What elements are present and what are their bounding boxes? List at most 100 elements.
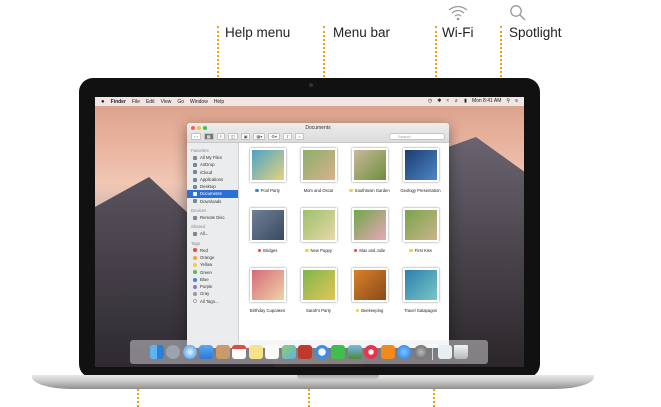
sidebar-item-desktop[interactable]: Desktop [187,183,238,190]
list-view-button[interactable]: ≡ [216,133,225,140]
column-view-button[interactable]: ◫ [227,133,238,140]
time-machine-icon[interactable]: ◷ [428,98,432,104]
file-item[interactable]: Beekeeping [344,265,395,325]
disc-icon [193,215,197,220]
file-tag-dot [305,248,309,253]
file-item[interactable]: Travel Galapagos [395,265,446,325]
trash-dock-icon[interactable] [454,345,469,359]
reminders-dock-icon[interactable] [265,345,280,359]
sidebar-tag-gray[interactable]: Gray [187,290,238,297]
finder-window: Documents ‹ › ▦ ≡ ◫ ▣ ▦▾ ⚙▾ ⇧ ○ Search F… [187,123,449,348]
camera [309,83,313,87]
launchpad-dock-icon[interactable] [166,345,181,359]
file-item[interactable]: New Puppy [293,205,344,265]
action-gear-button[interactable]: ⚙▾ [268,133,280,140]
notification-center-icon[interactable]: ≡ [515,98,518,104]
files-icon [193,155,197,160]
file-thumbnail [250,208,286,242]
menu-edit[interactable]: Edit [146,99,155,105]
file-item[interactable]: Mom and Oscar [293,145,344,205]
finder-titlebar[interactable]: Documents ‹ › ▦ ≡ ◫ ▣ ▦▾ ⚙▾ ⇧ ○ Search [187,123,449,143]
app-store-dock-icon[interactable] [397,345,412,359]
coverflow-view-button[interactable]: ▣ [240,133,251,140]
file-item[interactable]: First Kiss [395,205,446,265]
sidebar-tag-red[interactable]: Red [187,247,238,254]
file-item[interactable]: Birthday Cupcakes [242,265,293,325]
wifi-callout: Wi-Fi [442,25,474,40]
sidebar-item-all-shared[interactable]: All... [187,230,238,237]
calendar-dock-icon[interactable] [232,345,247,359]
file-item[interactable]: Bridges [242,205,293,265]
file-item[interactable]: Sarah's Party [293,265,344,325]
sidebar-item-downloads[interactable]: Downloads [187,198,238,205]
file-item[interactable]: Geology Presentation [395,145,446,205]
file-thumbnail [403,208,439,242]
tag-dot [193,277,197,282]
network-icon [193,232,197,237]
sidebar-item-all-my-files[interactable]: All My Files [187,154,238,161]
tags-button[interactable]: ○ [295,133,304,140]
file-item[interactable]: Pool Party [242,145,293,205]
sidebar-item-remote-disc[interactable]: Remote Disc [187,214,238,221]
sidebar-tag-purple[interactable]: Purple [187,283,238,290]
iphoto-dock-icon[interactable] [347,345,362,359]
menu-window[interactable]: Window [190,99,208,105]
apple-menu-icon[interactable]: ● [101,99,105,105]
file-item[interactable]: Max and Julie [344,205,395,265]
sidebar-item-airdrop[interactable]: AirDrop [187,161,238,168]
menu-help[interactable]: Help [214,99,224,105]
spotlight-menu-icon[interactable]: ⚲ [506,98,510,104]
finder-sidebar: Favorites All My Files AirDrop iCloud Ap… [187,143,239,348]
sidebar-tag-yellow[interactable]: Yellow [187,261,238,268]
itunes-dock-icon[interactable] [364,345,379,359]
downloads-stack-dock-icon[interactable] [437,345,452,359]
dock-separator [432,344,434,360]
menu-view[interactable]: View [161,99,172,105]
safari-dock-icon[interactable] [182,345,197,359]
bluetooth-icon[interactable]: ✱ [437,98,441,104]
photo-booth-dock-icon[interactable] [298,345,313,359]
volume-icon[interactable]: ♬ [454,98,459,104]
tag-dot [193,248,197,253]
notes-dock-icon[interactable] [248,345,263,359]
file-name: Bridges [263,248,278,253]
menubar-wifi-icon[interactable]: ≈ [446,98,449,104]
file-thumbnail [250,268,286,302]
documents-icon [193,192,197,197]
menu-go[interactable]: Go [177,99,184,105]
share-button[interactable]: ⇧ [282,133,293,140]
tag-dot [193,284,197,289]
sidebar-tag-orange[interactable]: Orange [187,254,238,261]
file-label: First Kiss [391,248,449,253]
back-forward-button[interactable]: ‹ › [191,133,201,140]
system-preferences-dock-icon[interactable] [413,345,428,359]
sidebar-tag-blue[interactable]: Blue [187,276,238,283]
battery-icon[interactable]: ▮ [464,98,467,104]
sidebar-item-documents[interactable]: Documents [187,190,238,198]
ibooks-dock-icon[interactable] [380,345,395,359]
finder-search-input[interactable]: Search [389,133,445,140]
file-name: Pool Party [260,188,280,193]
menu-file[interactable]: File [132,99,140,105]
messages-dock-icon[interactable] [314,345,329,359]
menu-clock[interactable]: Mon 8:41 AM [472,98,501,104]
maps-dock-icon[interactable] [281,345,296,359]
icon-view-button[interactable]: ▦ [203,133,214,140]
tag-dot [193,262,197,267]
arrange-button[interactable]: ▦▾ [253,133,266,140]
sidebar-item-icloud[interactable]: iCloud [187,169,238,176]
cloud-icon [193,170,197,175]
sidebar-item-applications[interactable]: Applications [187,176,238,183]
facetime-dock-icon[interactable] [331,345,346,359]
mail-dock-icon[interactable] [199,345,214,359]
contacts-dock-icon[interactable] [215,345,230,359]
menu-app-name[interactable]: Finder [111,99,126,105]
laptop-lid: ● Finder File Edit View Go Window Help ◷… [79,78,540,378]
finder-dock-icon[interactable] [149,345,164,359]
desktop-screen: ● Finder File Edit View Go Window Help ◷… [95,97,524,367]
file-item[interactable]: Southtown Garden [344,145,395,205]
menu-bar: ● Finder File Edit View Go Window Help ◷… [95,97,524,106]
sidebar-tag-all[interactable]: All Tags... [187,298,238,305]
file-name: Southtown Garden [354,188,390,193]
sidebar-tag-green[interactable]: Green [187,269,238,276]
